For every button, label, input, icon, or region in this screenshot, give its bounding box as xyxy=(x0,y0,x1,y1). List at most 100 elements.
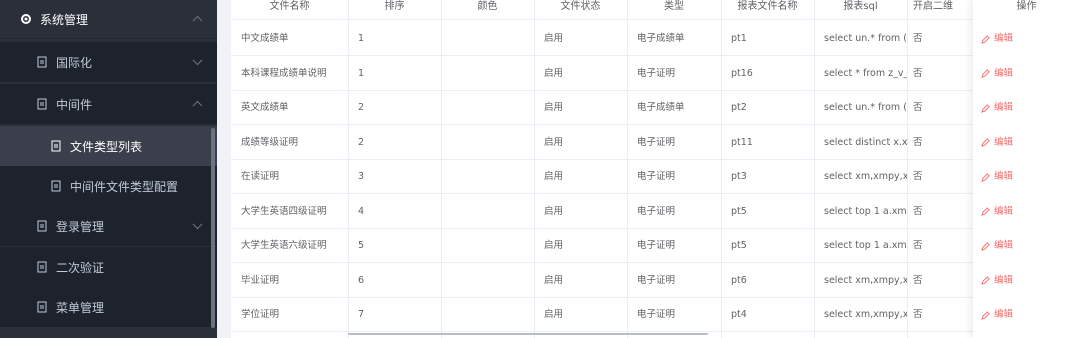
cell-qr: 否 xyxy=(913,136,923,148)
cell-order: 7 xyxy=(358,309,365,320)
cell-qr: 否 xyxy=(913,205,923,217)
sidebar-item-label: 文件类型列表 xyxy=(70,139,143,154)
cell-order: 1 xyxy=(358,33,365,44)
edit-label: 编辑 xyxy=(994,67,1014,79)
cell-sql: select un.* from (sele xyxy=(824,33,907,44)
sidebar-item-login-management[interactable]: 登录管理 xyxy=(0,206,217,246)
cell-order: 3 xyxy=(358,171,365,182)
column-header-type[interactable]: 类型 xyxy=(627,0,721,20)
edit-button[interactable]: 编辑 xyxy=(981,195,1013,229)
chevron-up-icon xyxy=(192,100,203,111)
column-header-qr[interactable]: 开启二维 xyxy=(907,0,973,20)
table-row[interactable]: 毕业证明 6 启用 电子证明 pt6 select xm,xmpy,xb,s 否 xyxy=(231,264,1080,298)
table-row[interactable]: 中文成绩单 1 启用 电子成绩单 pt1 select un.* from (sele 否 xyxy=(231,22,1080,56)
cell-qr: 否 xyxy=(913,274,923,286)
cell-status: 启用 xyxy=(544,205,564,217)
cell-qr: 否 xyxy=(913,171,923,182)
edit-icon xyxy=(981,34,990,44)
table-row[interactable]: 学位证明 7 启用 电子证明 pt4 select xm,xmpy,xb,s 否 xyxy=(231,298,1080,332)
sidebar-item-two-factor[interactable]: 二次验证 xyxy=(0,247,217,287)
edit-button[interactable]: 编辑 xyxy=(981,229,1013,263)
edit-button[interactable]: 编辑 xyxy=(981,298,1013,332)
edit-button[interactable]: 编辑 xyxy=(981,264,1013,298)
edit-label: 编辑 xyxy=(994,205,1014,217)
edit-icon xyxy=(981,69,990,78)
edit-button[interactable]: 编辑 xyxy=(981,160,1013,194)
cell-type: 电子证明 xyxy=(637,205,676,217)
cell-name: 大学生英语六级证明 xyxy=(241,240,327,251)
cell-qr: 否 xyxy=(913,240,923,251)
table-row[interactable]: 英文成绩单 2 启用 电子成绩单 pt2 select un.* from (sele 否 xyxy=(231,91,1080,125)
cell-status: 启用 xyxy=(544,240,564,251)
cell-status: 启用 xyxy=(544,136,564,148)
cell-order: 6 xyxy=(358,274,365,286)
column-header-status[interactable]: 文件状态 xyxy=(534,0,627,20)
column-header-actions: 操作 xyxy=(1016,1,1037,12)
chevron-down-icon xyxy=(192,219,203,230)
edit-button[interactable]: 编辑 xyxy=(981,57,1013,91)
cell-report: pt1 xyxy=(731,33,747,44)
cell-sql: select top 1 a.xm,a.x xyxy=(824,205,907,217)
cell-type: 电子成绩单 xyxy=(637,33,685,44)
edit-icon xyxy=(981,138,990,147)
cell-sql: select * from z_v_xs_ xyxy=(824,67,907,79)
sidebar-item-middleware-file-type-config[interactable]: 中间件文件类型配置 xyxy=(0,166,217,206)
column-header-color[interactable]: 颜色 xyxy=(441,0,534,20)
edit-label: 编辑 xyxy=(994,136,1014,148)
table-row[interactable]: 成绩等级证明 2 启用 电子证明 pt11 select distinct x.xh,x 否 xyxy=(231,126,1080,160)
column-header-file-name[interactable]: 文件名称 xyxy=(231,0,348,20)
cell-report: pt5 xyxy=(731,240,747,251)
cell-name: 大学生英语四级证明 xyxy=(241,205,327,217)
sidebar-item-system-management[interactable]: 系统管理 xyxy=(0,0,217,39)
file-type-table: 文件名称 排序 颜色 文件状态 类型 报表文件名称 报表sql 开启二维 中文成… xyxy=(231,0,1080,338)
column-header-report-sql[interactable]: 报表sql xyxy=(814,0,907,20)
cell-type: 电子证明 xyxy=(637,171,676,182)
sidebar-item-middleware[interactable]: 中间件 xyxy=(0,84,217,124)
edit-button[interactable]: 编辑 xyxy=(981,91,1013,125)
cell-name: 学位证明 xyxy=(241,309,280,320)
cell-report: pt4 xyxy=(731,309,747,320)
document-icon xyxy=(51,180,61,192)
document-icon xyxy=(37,261,47,273)
sidebar-item-menu-management[interactable]: 菜单管理 xyxy=(0,287,217,327)
cell-status: 启用 xyxy=(544,67,564,79)
horizontal-scrollbar[interactable] xyxy=(348,333,708,335)
cell-report: pt3 xyxy=(731,171,747,182)
cell-report: pt16 xyxy=(731,67,753,79)
cell-sql: select xm,xmpy,xb,s xyxy=(824,171,907,182)
cell-sql: select xm,xmpy,xb,s xyxy=(824,274,907,286)
document-icon xyxy=(37,301,47,313)
table-row[interactable]: 大学生英语四级证明 4 启用 电子证明 pt5 select top 1 a.xm,a.x… xyxy=(231,195,1080,229)
cell-order: 4 xyxy=(358,205,365,217)
table-row[interactable]: 在读证明 3 启用 电子证明 pt3 select xm,xmpy,xb,s 否 xyxy=(231,160,1080,194)
cell-sql: select un.* from (sele xyxy=(824,102,907,113)
table-row[interactable]: 大学生英语六级证明 5 启用 电子证明 pt5 select top 1 a.xm,a.x… xyxy=(231,229,1080,263)
sidebar-item-label: 二次验证 xyxy=(56,260,105,275)
sidebar-item-file-type-list[interactable]: 文件类型列表 xyxy=(0,126,217,166)
edit-button[interactable]: 编辑 xyxy=(981,126,1013,160)
column-header-report-file[interactable]: 报表文件名称 xyxy=(721,0,814,20)
column-header-order[interactable]: 排序 xyxy=(348,0,441,20)
table-row[interactable]: 本科课程成绩单说明 1 启用 电子证明 pt16 select * from z_v_xs… xyxy=(231,57,1080,91)
cell-order: 5 xyxy=(358,240,365,251)
cell-color xyxy=(441,160,534,194)
cell-name: 英文成绩单 xyxy=(241,102,289,113)
cell-name: 在读证明 xyxy=(241,171,280,182)
document-icon xyxy=(37,220,47,232)
sidebar-scrollbar[interactable] xyxy=(211,128,215,328)
cell-color xyxy=(441,195,534,229)
cell-type: 电子成绩单 xyxy=(637,102,685,113)
sidebar-item-label: 中间件文件类型配置 xyxy=(70,179,179,194)
cell-name: 成绩等级证明 xyxy=(241,136,299,148)
cell-report: pt11 xyxy=(731,136,753,148)
cell-report: pt6 xyxy=(731,274,747,286)
sidebar-item-label: 系统管理 xyxy=(40,12,89,27)
cell-type: 电子证明 xyxy=(637,240,676,251)
cell-color xyxy=(441,298,534,332)
edit-button[interactable]: 编辑 xyxy=(981,22,1013,56)
cell-name: 毕业证明 xyxy=(241,274,280,286)
sidebar-item-i18n[interactable]: 国际化 xyxy=(0,42,217,82)
cell-type: 电子证明 xyxy=(637,136,676,148)
cell-order: 1 xyxy=(358,67,365,79)
edit-icon xyxy=(981,310,990,320)
